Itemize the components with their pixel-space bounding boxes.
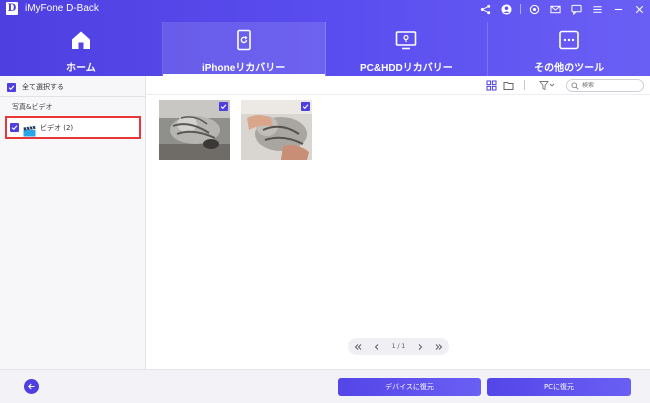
tab-home[interactable]: ホーム [0, 22, 163, 76]
main-tabs: ホーム iPhoneリカバリー PC&HDDリカバリー その他のツール [0, 22, 650, 76]
toolbar-divider [524, 80, 525, 90]
check-icon[interactable] [219, 102, 228, 111]
app-logo: D [6, 2, 18, 15]
section-title: 写真&ビデオ [12, 103, 53, 111]
pc-recovery-icon [395, 28, 417, 52]
select-all-checkbox[interactable]: 全て選択する [7, 82, 64, 92]
content-toolbar [146, 76, 650, 95]
minimize-icon[interactable] [608, 0, 629, 18]
last-page-icon[interactable] [434, 342, 444, 352]
sidebar-item-video[interactable]: ビデオ (2) [5, 116, 141, 139]
search-input[interactable] [582, 82, 642, 89]
first-page-icon[interactable] [353, 342, 363, 352]
video-thumbnail[interactable] [241, 100, 312, 160]
next-page-icon[interactable] [415, 342, 425, 352]
app-title: iMyFone D-Back [25, 3, 99, 14]
tab-other-tools[interactable]: その他のツール [488, 22, 650, 76]
sidebar: 全て選択する 写真&ビデオ ビデオ (2) [0, 76, 146, 369]
menu-icon[interactable] [587, 0, 608, 18]
filter-icon[interactable] [539, 80, 555, 91]
check-icon[interactable] [301, 102, 310, 111]
video-thumbnail[interactable] [159, 100, 230, 160]
tab-pc-hdd-recovery[interactable]: PC&HDDリカバリー [326, 22, 489, 76]
more-tools-icon [558, 28, 580, 52]
tab-iphone-recovery[interactable]: iPhoneリカバリー [162, 22, 326, 76]
app-header: D iMyFone D-Back ホーム iPhoneリカバリー PC&HDDリ… [0, 0, 650, 76]
home-icon [70, 28, 92, 52]
mail-icon[interactable] [545, 0, 566, 18]
sidebar-item-label: ビデオ (2) [40, 123, 74, 132]
tab-home-label: ホーム [66, 63, 96, 74]
check-icon [7, 82, 16, 92]
titlebar-divider [520, 4, 521, 14]
video-clapper-icon [23, 122, 36, 137]
settings-icon[interactable] [524, 0, 545, 18]
user-icon[interactable] [496, 0, 517, 18]
phone-recovery-icon [233, 28, 255, 52]
prev-page-icon[interactable] [372, 342, 382, 352]
restore-to-device-button[interactable]: デバイスに復元 [338, 378, 481, 396]
select-all-label: 全て選択する [22, 83, 64, 91]
back-button[interactable] [24, 379, 39, 394]
media-grid: 1 / 1 [146, 96, 650, 369]
share-icon[interactable] [475, 0, 496, 18]
tab-other-tools-label: その他のツール [534, 63, 605, 74]
tab-pc-hdd-recovery-label: PC&HDDリカバリー [359, 63, 453, 74]
chat-icon[interactable] [566, 0, 587, 18]
restore-to-pc-button[interactable]: PCに復元 [487, 378, 631, 396]
pagination: 1 / 1 [348, 338, 449, 355]
grid-view-icon[interactable] [486, 80, 497, 91]
search-box[interactable] [566, 79, 644, 92]
arrow-left-icon [28, 383, 35, 390]
search-icon [571, 81, 579, 90]
page-indicator: 1 / 1 [391, 343, 406, 350]
sidebar-divider [0, 96, 145, 97]
tab-iphone-recovery-label: iPhoneリカバリー [201, 63, 286, 74]
title-bar: D iMyFone D-Back [0, 0, 650, 18]
check-icon[interactable] [10, 123, 19, 132]
close-icon[interactable] [629, 0, 650, 18]
bottom-bar: デバイスに復元 PCに復元 [0, 369, 650, 403]
titlebar-actions [475, 0, 650, 18]
folder-icon[interactable] [503, 80, 514, 91]
